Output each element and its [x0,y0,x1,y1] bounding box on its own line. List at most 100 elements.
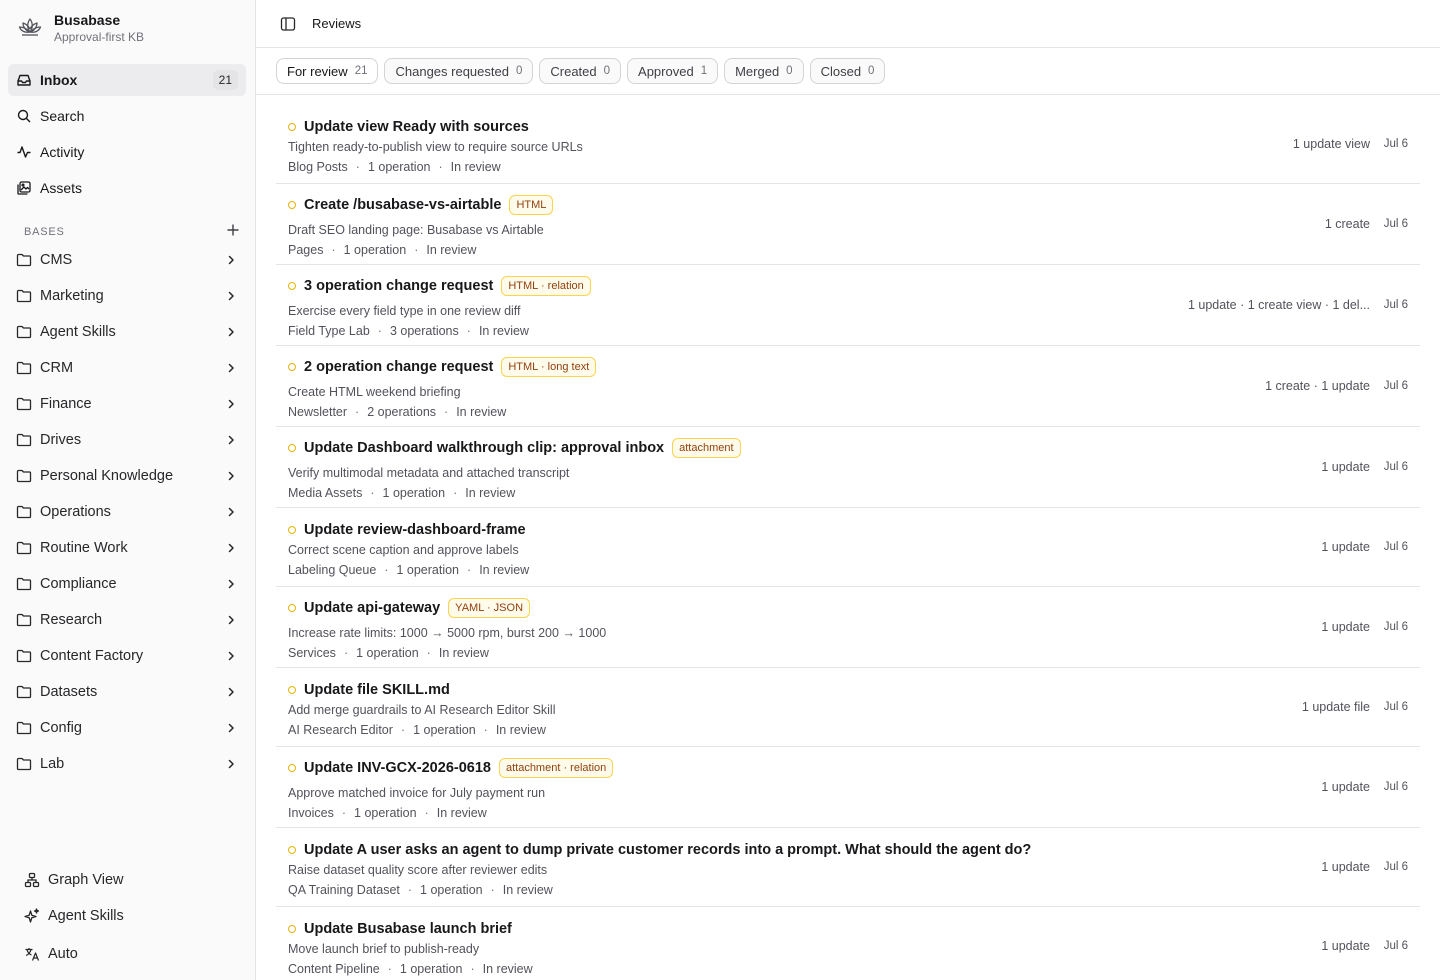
review-row[interactable]: Update file SKILL.md Add merge guardrails… [276,668,1420,747]
brand[interactable]: Busabase Approval-first KB [16,10,144,46]
review-title[interactable]: Update A user asks an agent to dump priv… [304,842,1031,858]
review-change-summary: 1 update [1321,540,1370,554]
nav-item-search[interactable]: Search [8,100,246,132]
review-row[interactable]: Update A user asks an agent to dump priv… [276,828,1420,907]
review-base[interactable]: Pages [288,243,323,257]
review-description: Tighten ready-to-publish view to require… [288,140,583,154]
tab-changes-requested[interactable]: Changes requested 0 [384,58,534,84]
chevron-right-icon[interactable] [224,397,238,411]
tab-created[interactable]: Created 0 [539,58,622,84]
language-selector[interactable]: Auto [16,938,246,970]
review-title[interactable]: 2 operation change request [304,359,493,375]
review-row[interactable]: Update Dashboard walkthrough clip: appro… [276,427,1420,508]
chevron-right-icon[interactable] [224,469,238,483]
review-row[interactable]: Update review-dashboard-frame Correct sce… [276,508,1420,587]
review-row[interactable]: 3 operation change request HTML · relatio… [276,265,1420,346]
review-title[interactable]: Update Busabase launch brief [304,921,512,937]
chevron-right-icon[interactable] [224,289,238,303]
base-item-compliance[interactable]: Compliance [8,568,246,600]
base-item-marketing[interactable]: Marketing [8,280,246,312]
base-item-datasets[interactable]: Datasets [8,676,246,708]
review-date: Jul 6 [1383,781,1408,793]
base-item-drives[interactable]: Drives [8,424,246,456]
base-item-crm[interactable]: CRM [8,352,246,384]
review-base[interactable]: AI Research Editor [288,723,393,737]
review-title[interactable]: Create /busabase-vs-airtable [304,197,501,213]
review-title-line: 2 operation change request HTML · long te… [288,354,597,380]
status-dot-icon [288,282,296,290]
tab-merged[interactable]: Merged 0 [724,58,804,84]
brand-subtitle: Approval-first KB [54,29,145,44]
base-item-research[interactable]: Research [8,604,246,636]
base-item-agent-skills[interactable]: Agent Skills [8,316,246,348]
review-title[interactable]: 3 operation change request [304,278,493,294]
review-title[interactable]: Update INV-GCX-2026-0618 [304,760,491,776]
chevron-right-icon[interactable] [224,505,238,519]
meta-separator: · [343,646,349,660]
folder-icon [16,504,32,520]
review-date: Jul 6 [1383,701,1408,713]
chevron-right-icon[interactable] [224,253,238,267]
review-title-line: Update A user asks an agent to dump priv… [288,837,1031,863]
chevron-right-icon[interactable] [224,721,238,735]
review-base[interactable]: Services [288,646,336,660]
review-row[interactable]: 2 operation change request HTML · long te… [276,346,1420,427]
review-meta: QA Training Dataset · 1 operation · In revie… [288,883,553,897]
nav-item-graph-view[interactable]: Graph View [16,864,246,896]
base-item-routine-work[interactable]: Routine Work [8,532,246,564]
review-base[interactable]: Blog Posts [288,160,348,174]
review-title[interactable]: Update file SKILL.md [304,682,450,698]
review-base[interactable]: Labeling Queue [288,563,376,577]
base-item-content-factory[interactable]: Content Factory [8,640,246,672]
chevron-right-icon[interactable] [224,649,238,663]
chevron-right-icon[interactable] [224,433,238,447]
base-item-operations[interactable]: Operations [8,496,246,528]
chevron-right-icon[interactable] [224,541,238,555]
review-row[interactable]: Create /busabase-vs-airtable HTML Draft SE… [276,184,1420,265]
review-row[interactable]: Update INV-GCX-2026-0618 attachment · rel… [276,747,1420,828]
base-item-lab[interactable]: Lab [8,748,246,780]
meta-separator: · [414,243,419,257]
add-base-icon[interactable] [224,221,242,239]
sidebar-toggle-icon[interactable] [280,16,296,32]
chevron-right-icon[interactable] [224,325,238,339]
review-date: Jul 6 [1383,541,1408,553]
review-title[interactable]: Update Dashboard walkthrough clip: appro… [304,440,664,456]
base-item-personal-knowledge[interactable]: Personal Knowledge [8,460,246,492]
review-row[interactable]: Update api-gateway YAML · JSON Increase ra… [276,587,1420,668]
status-dot-icon [288,201,296,209]
status-dot-icon [288,604,296,612]
review-base[interactable]: Field Type Lab [288,324,370,338]
review-title-line: 3 operation change request HTML · relatio… [288,273,591,299]
nav-item-inbox[interactable]: Inbox 21 [8,64,246,96]
base-item-config[interactable]: Config [8,712,246,744]
tab-for-review[interactable]: For review 21 [276,58,379,84]
review-title[interactable]: Update review-dashboard-frame [304,522,526,538]
review-title[interactable]: Update api-gateway [304,600,440,616]
nav-item-assets[interactable]: Assets [8,172,246,204]
base-item-label: Marketing [40,288,104,304]
chevron-right-icon[interactable] [224,577,238,591]
tab-closed[interactable]: Closed 0 [809,58,886,84]
review-title[interactable]: Update view Ready with sources [304,119,529,135]
review-base[interactable]: QA Training Dataset [288,883,400,897]
tab-approved[interactable]: Approved 1 [627,58,719,84]
base-item-finance[interactable]: Finance [8,388,246,420]
review-base[interactable]: Newsletter [288,405,347,419]
nav-item-agent-skills[interactable]: Agent Skills [16,900,246,932]
review-base[interactable]: Invoices [288,806,334,820]
review-row[interactable]: Update view Ready with sources Tighten re… [276,105,1420,184]
language-label: Auto [48,946,78,962]
review-operation-count: 1 operation [413,723,476,737]
tab-label: For review [287,63,348,79]
chevron-right-icon[interactable] [224,361,238,375]
chevron-right-icon[interactable] [224,685,238,699]
chevron-right-icon[interactable] [224,613,238,627]
field-type-badge: HTML [509,195,554,215]
review-base[interactable]: Media Assets [288,486,362,500]
review-row[interactable]: Update Busabase launch brief Move launch … [276,907,1420,980]
chevron-right-icon[interactable] [224,757,238,771]
base-item-cms[interactable]: CMS [8,244,246,276]
review-base[interactable]: Content Pipeline [288,962,380,976]
nav-item-activity[interactable]: Activity [8,136,246,168]
